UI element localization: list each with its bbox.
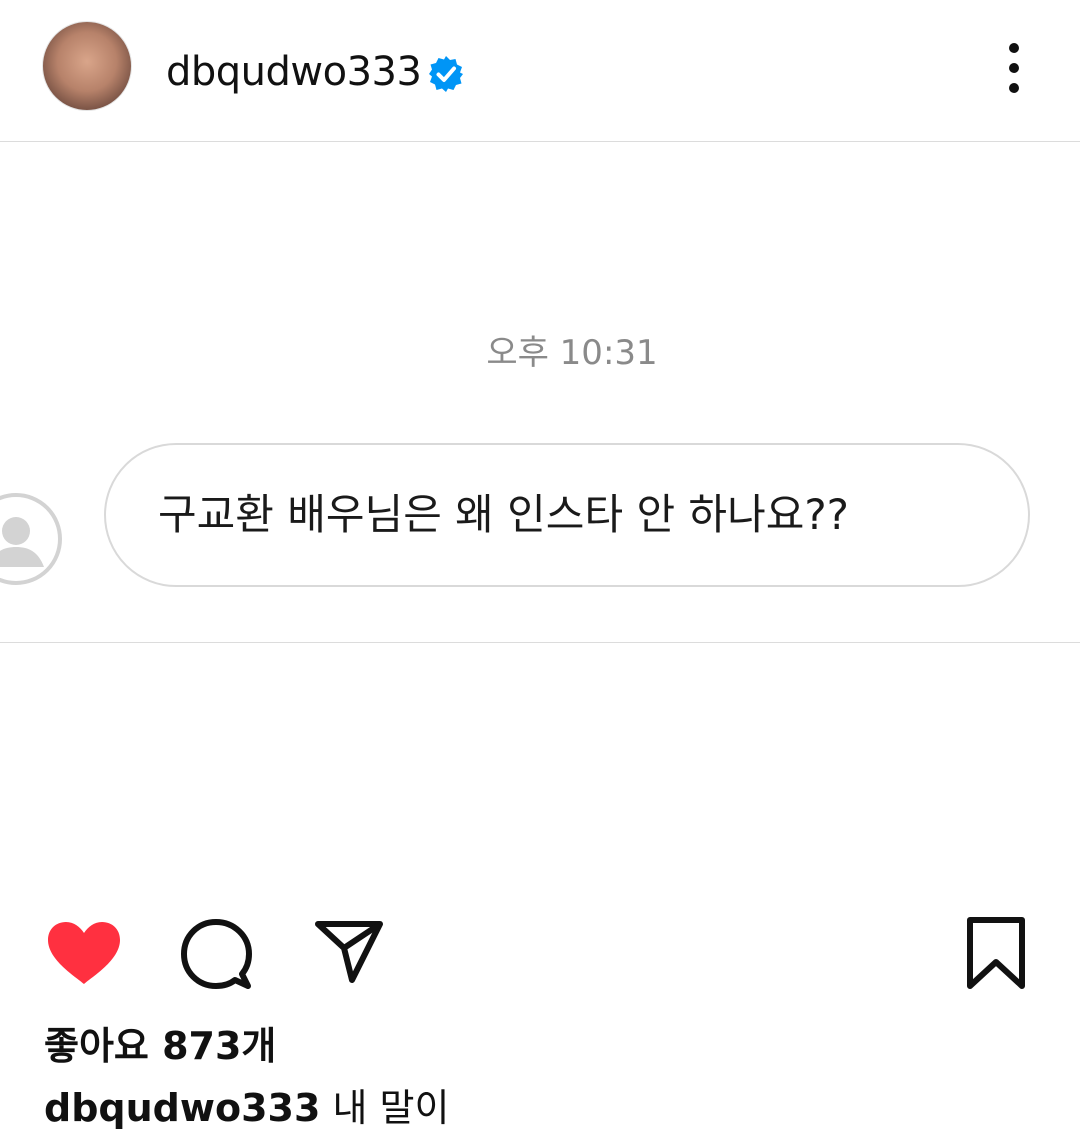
heart-icon[interactable] — [46, 920, 122, 986]
bookmark-icon[interactable] — [966, 916, 1026, 990]
dm-screenshot: 오후 10:31 구교환 배우님은 왜 인스타 안 하나요?? — [0, 143, 1080, 643]
content-divider — [0, 642, 1080, 643]
default-avatar-icon — [0, 493, 62, 585]
verified-badge-icon — [429, 56, 463, 92]
message-bubble: 구교환 배우님은 왜 인스타 안 하나요?? — [104, 443, 1030, 587]
caption-username[interactable]: dbqudwo333 — [44, 1086, 320, 1130]
caption-text: 내 말이 — [332, 1086, 450, 1130]
post-caption: dbqudwo333 내 말이 — [44, 1084, 449, 1132]
send-icon[interactable] — [314, 918, 384, 984]
instagram-post: dbqudwo333 오후 10:31 구교환 배우님은 왜 인스타 안 하나요… — [0, 0, 1080, 1146]
post-username[interactable]: dbqudwo333 — [166, 44, 422, 100]
like-count[interactable]: 좋아요 873개 — [44, 1022, 276, 1070]
post-header: dbqudwo333 — [0, 0, 1080, 142]
message-text: 구교환 배우님은 왜 인스타 안 하나요?? — [158, 490, 849, 539]
comment-icon[interactable] — [180, 918, 252, 990]
message-timestamp: 오후 10:31 — [486, 333, 658, 373]
profile-avatar[interactable] — [42, 21, 132, 111]
more-options-icon[interactable] — [994, 38, 1034, 98]
action-bar — [0, 906, 1080, 996]
